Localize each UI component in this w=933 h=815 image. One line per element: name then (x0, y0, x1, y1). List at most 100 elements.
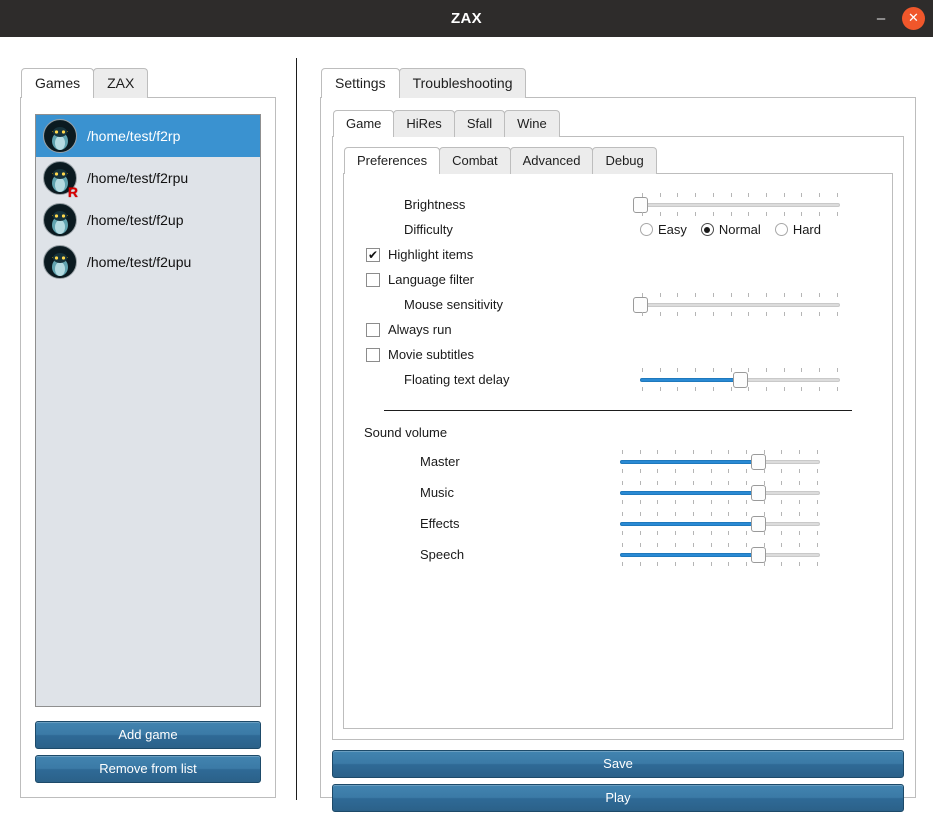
floating-text-delay-label: Floating text delay (404, 372, 510, 387)
tab-hires-label: HiRes (406, 116, 442, 131)
slider-ticks-bottom (642, 212, 838, 216)
checkbox-icon[interactable] (366, 272, 380, 287)
list-item-label: /home/test/f2upu (87, 254, 192, 270)
minimize-icon[interactable]: – (870, 8, 892, 30)
slider-handle[interactable] (751, 485, 766, 501)
radio-easy-label: Easy (658, 222, 687, 237)
list-item-label: /home/test/f2up (87, 212, 184, 228)
radio-normal[interactable]: Normal (700, 222, 761, 237)
highlight-items-label: Highlight items (388, 247, 474, 262)
slider-groove (640, 303, 840, 307)
music-volume-row: Music (362, 477, 874, 508)
always-run-checkbox[interactable]: Always run (362, 322, 640, 337)
radio-easy[interactable]: Easy (640, 222, 687, 237)
tab-preferences-label: Preferences (357, 153, 428, 168)
slider-ticks-bottom (622, 531, 818, 535)
slider-ticks-bottom (622, 562, 818, 566)
slider-handle[interactable] (751, 516, 766, 532)
mouse-sensitivity-row: Mouse sensitivity (362, 292, 874, 317)
window-title: ZAX (451, 10, 482, 27)
brightness-label: Brightness (404, 197, 466, 212)
slider-ticks-bottom (622, 469, 818, 473)
sound-section-divider (384, 410, 852, 411)
preferences-tabbar: Preferences Combat Advanced Debug (344, 147, 893, 175)
tab-wine[interactable]: Wine (504, 110, 560, 137)
radio-hard-icon[interactable] (774, 223, 788, 236)
always-run-label: Always run (388, 322, 452, 337)
radio-easy-icon[interactable] (640, 223, 653, 236)
list-item[interactable]: /home/test/f2rp (36, 115, 260, 157)
slider-fill (620, 491, 758, 495)
highlight-items-checkbox[interactable]: ✔ Highlight items (362, 247, 640, 262)
close-icon[interactable]: ✕ (902, 7, 925, 30)
slider-handle[interactable] (733, 372, 748, 388)
tab-game[interactable]: Game (333, 110, 395, 138)
slider-ticks-top (642, 193, 838, 197)
tab-combat[interactable]: Combat (439, 147, 511, 174)
slider-handle[interactable] (751, 547, 766, 563)
tab-game-label: Game (346, 116, 382, 131)
highlight-items-row: ✔ Highlight items (362, 242, 874, 267)
tab-hires[interactable]: HiRes (393, 110, 455, 137)
slider-ticks-top (642, 293, 838, 297)
settings-tabpanel: Game HiRes Sfall Wine Preferences Combat (320, 97, 916, 812)
tab-combat-label: Combat (452, 153, 498, 168)
music-volume-label: Music (420, 485, 454, 500)
save-button[interactable]: Save (332, 750, 904, 778)
tab-zax-label: ZAX (107, 75, 135, 91)
floating-text-delay-slider[interactable] (640, 367, 840, 392)
tab-sfall[interactable]: Sfall (453, 110, 506, 137)
tab-advanced[interactable]: Advanced (509, 147, 594, 174)
slider-ticks-top (622, 481, 818, 485)
game-avatar-icon: R (43, 161, 78, 199)
game-avatar-icon (43, 203, 77, 237)
speech-volume-slider[interactable] (620, 542, 820, 567)
tab-sfall-label: Sfall (466, 116, 493, 131)
list-item[interactable]: /home/test/f2upu (36, 241, 260, 283)
play-button[interactable]: Play (332, 784, 904, 812)
tab-troubleshooting[interactable]: Troubleshooting (398, 68, 527, 98)
brightness-slider[interactable] (633, 192, 840, 217)
radio-hard-label: Hard (792, 222, 821, 237)
checkbox-icon[interactable]: ✔ (366, 247, 380, 262)
movie-subtitles-row: Movie subtitles (362, 342, 874, 367)
master-volume-slider[interactable] (620, 449, 820, 474)
game-tabbar: Game HiRes Sfall Wine (333, 110, 904, 138)
list-item[interactable]: /home/test/f2up (36, 199, 260, 241)
game-list[interactable]: /home/test/f2rp R /home/test/f2rpu /home… (35, 114, 261, 707)
panel-divider (296, 58, 297, 800)
list-item[interactable]: R /home/test/f2rpu (36, 157, 260, 199)
radio-hard[interactable]: Hard (774, 222, 821, 237)
master-volume-label: Master (420, 454, 460, 469)
difficulty-label: Difficulty (404, 222, 453, 237)
slider-ticks-bottom (642, 312, 838, 316)
tab-settings[interactable]: Settings (321, 68, 400, 99)
mouse-sensitivity-slider[interactable] (633, 292, 840, 317)
music-volume-slider[interactable] (620, 480, 820, 505)
slider-handle[interactable] (633, 297, 648, 313)
slider-groove (640, 203, 840, 207)
language-filter-checkbox[interactable]: Language filter (362, 272, 640, 287)
slider-handle[interactable] (633, 197, 648, 213)
tab-debug[interactable]: Debug (592, 147, 657, 174)
master-volume-row: Master (362, 446, 874, 477)
slider-handle[interactable] (751, 454, 766, 470)
radio-normal-icon[interactable] (700, 223, 714, 236)
radio-normal-label: Normal (718, 222, 761, 237)
effects-volume-slider[interactable] (620, 511, 820, 536)
sound-volume-title: Sound volume (364, 425, 448, 440)
add-game-button[interactable]: Add game (35, 721, 261, 749)
tab-zax[interactable]: ZAX (93, 68, 149, 98)
checkbox-icon[interactable] (366, 347, 380, 362)
games-tabpanel: /home/test/f2rp R /home/test/f2rpu /home… (20, 97, 276, 798)
window-controls: – ✕ (870, 0, 925, 37)
tab-games[interactable]: Games (21, 68, 95, 99)
tab-preferences[interactable]: Preferences (344, 147, 441, 175)
checkbox-icon[interactable] (366, 322, 380, 337)
repack-badge-icon: R (67, 184, 78, 200)
movie-subtitles-checkbox[interactable]: Movie subtitles (362, 347, 640, 362)
speech-volume-label: Speech (420, 547, 465, 562)
remove-from-list-button[interactable]: Remove from list (35, 755, 261, 783)
movie-subtitles-label: Movie subtitles (388, 347, 474, 362)
games-tabbar: Games ZAX (21, 68, 276, 99)
